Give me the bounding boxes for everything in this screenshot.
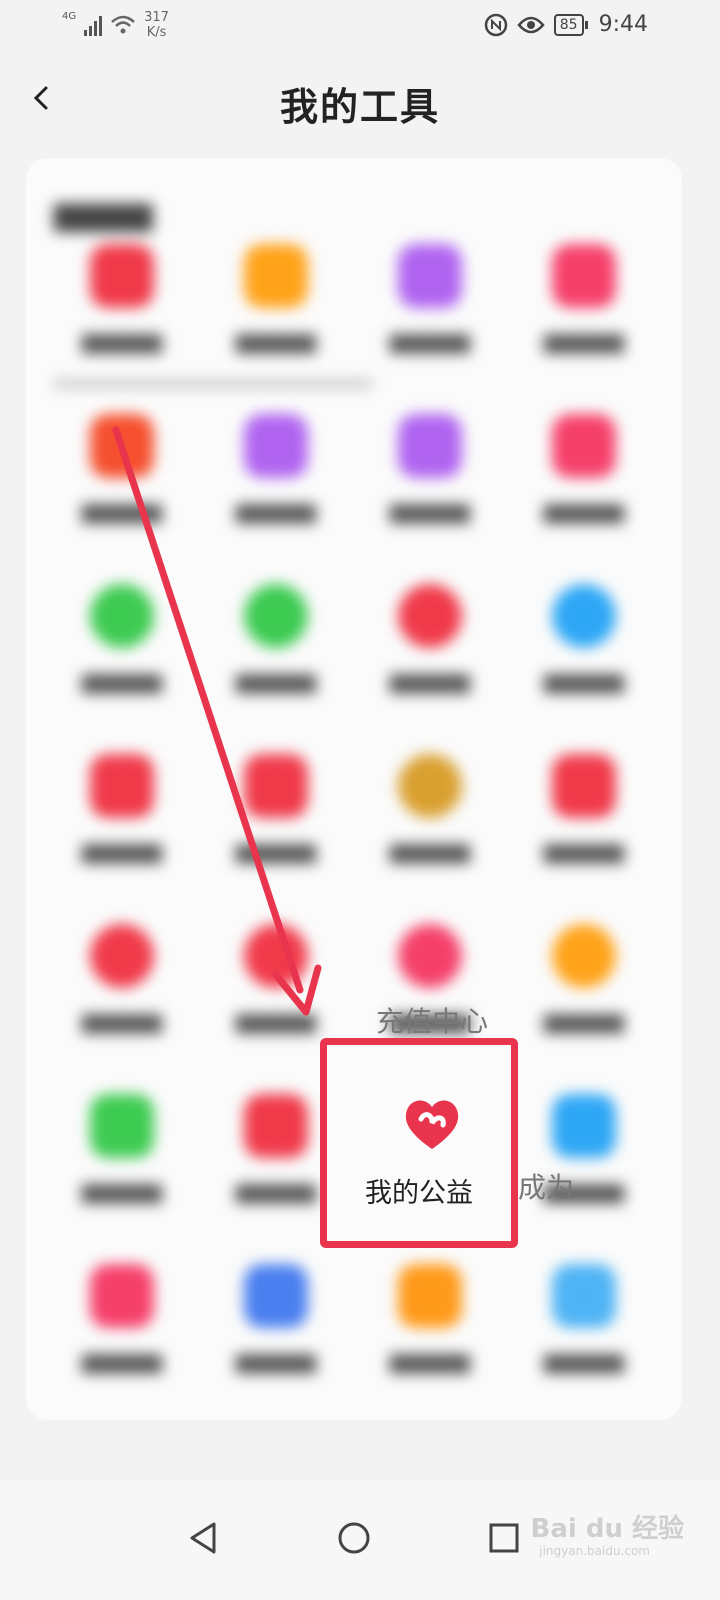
nav-home-icon[interactable] — [334, 1518, 374, 1558]
watermark-sub: jingyan.baidu.com — [539, 1544, 650, 1558]
nav-recents-icon[interactable] — [484, 1518, 524, 1558]
annotation-arrow — [112, 426, 322, 1016]
nav-back-icon[interactable] — [184, 1518, 224, 1558]
watermark: Bai du 经验 — [530, 1514, 685, 1544]
